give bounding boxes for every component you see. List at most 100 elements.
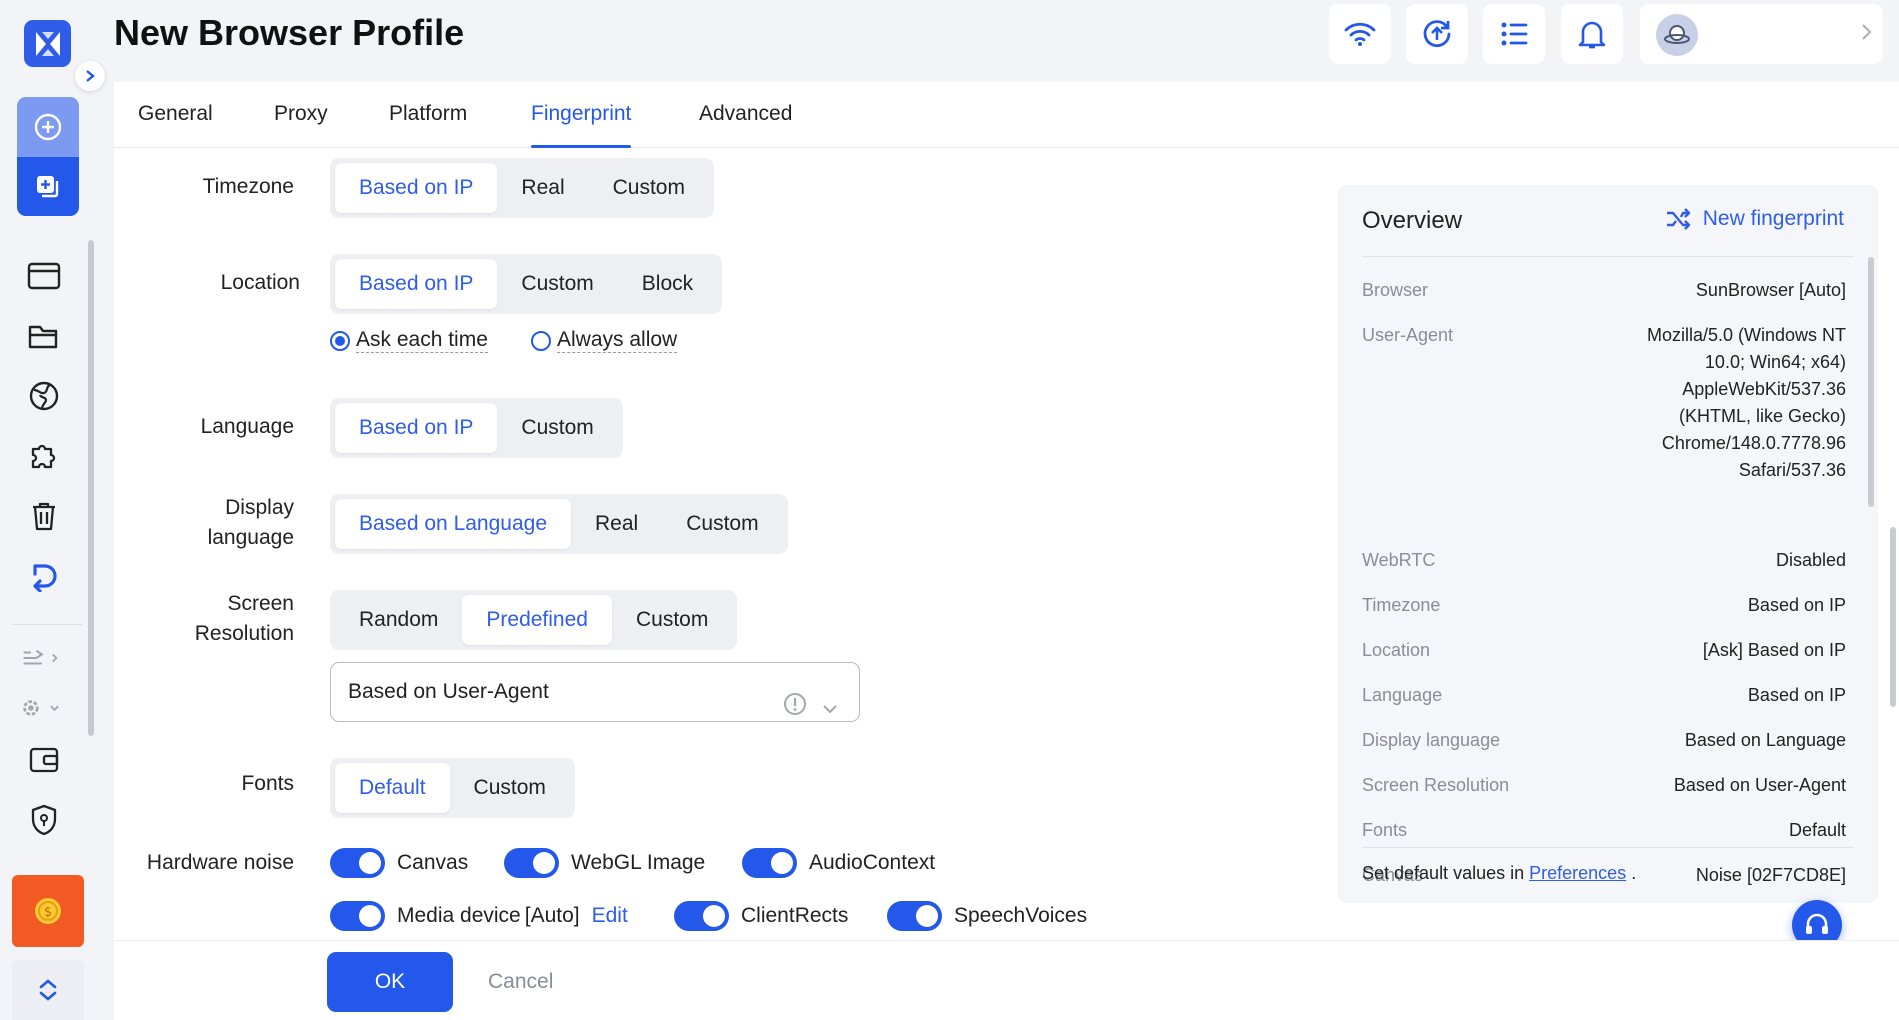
location-radio-ask-each-time[interactable]: Ask each time bbox=[330, 328, 488, 353]
fonts-option-custom[interactable]: Custom bbox=[450, 763, 570, 813]
extensions-puzzle-icon[interactable] bbox=[24, 436, 64, 476]
display-language-option-custom[interactable]: Custom bbox=[662, 499, 782, 549]
location-selector: Based on IP Custom Block bbox=[330, 254, 723, 314]
page-scrollbar[interactable] bbox=[1890, 527, 1896, 707]
radio-unchecked-icon bbox=[531, 330, 551, 351]
security-shield-icon[interactable] bbox=[24, 800, 64, 840]
folder-icon[interactable] bbox=[24, 316, 64, 356]
overview-row-key: Display language bbox=[1362, 730, 1501, 750]
display-language-option-real[interactable]: Real bbox=[571, 499, 662, 549]
radio-checked-icon bbox=[330, 330, 350, 351]
proxy-globe-icon[interactable] bbox=[24, 376, 64, 416]
promo-coin-icon[interactable]: $ bbox=[12, 875, 84, 947]
toggle-switch[interactable] bbox=[674, 901, 729, 931]
tab-proxy[interactable]: Proxy bbox=[274, 102, 328, 148]
display-language-label: Display language bbox=[207, 496, 294, 549]
language-selector: Based on IP Custom bbox=[330, 398, 623, 458]
language-option-custom[interactable]: Custom bbox=[497, 403, 617, 453]
screen-resolution-label: Screen Resolution bbox=[194, 592, 294, 645]
avatar[interactable] bbox=[1656, 14, 1698, 56]
overview-row-value: Based on IP bbox=[1747, 685, 1846, 705]
sidebar: $ bbox=[0, 0, 95, 1020]
ok-button[interactable]: OK bbox=[327, 952, 453, 1012]
preferences-link[interactable]: Preferences bbox=[1529, 863, 1626, 883]
media-device-edit-link[interactable]: Edit bbox=[592, 904, 628, 928]
location-label: Location bbox=[220, 271, 300, 294]
hardware-noise-label: Hardware noise bbox=[146, 851, 294, 874]
toggle-audiocontext[interactable]: AudioContext bbox=[742, 848, 935, 878]
language-option-based-on-ip[interactable]: Based on IP bbox=[335, 403, 498, 453]
batch-create-icon[interactable] bbox=[17, 157, 79, 216]
tab-fingerprint[interactable]: Fingerprint bbox=[531, 102, 632, 148]
fonts-label: Fonts bbox=[241, 772, 294, 795]
overview-row-value: Noise [02F7CD8E] bbox=[1695, 865, 1846, 885]
location-radio-always-allow[interactable]: Always allow bbox=[531, 328, 678, 353]
location-option-based-on-ip[interactable]: Based on IP bbox=[335, 259, 498, 309]
display-language-option-based-on-language[interactable]: Based on Language bbox=[335, 499, 572, 549]
automation-icon[interactable] bbox=[20, 638, 60, 678]
overview-divider bbox=[1362, 256, 1854, 257]
overview-row-key: Timezone bbox=[1362, 595, 1441, 615]
update-icon[interactable] bbox=[1406, 4, 1468, 64]
add-profile-icon[interactable] bbox=[17, 97, 79, 157]
fonts-option-default[interactable]: Default bbox=[335, 763, 450, 813]
overview-row-key: Location bbox=[1362, 640, 1431, 660]
settings-gear-icon[interactable] bbox=[20, 688, 60, 728]
cancel-button[interactable]: Cancel bbox=[488, 952, 553, 1012]
toggle-webgl-image[interactable]: WebGL Image bbox=[504, 848, 705, 878]
tab-advanced[interactable]: Advanced bbox=[699, 102, 792, 148]
toggle-speechvoices[interactable]: SpeechVoices bbox=[887, 901, 1087, 931]
wifi-icon[interactable] bbox=[1329, 4, 1391, 64]
overview-scrollbar[interactable] bbox=[1868, 257, 1874, 507]
overview-row-value: Default bbox=[1788, 820, 1846, 840]
overview-row-value: Disabled bbox=[1775, 550, 1846, 570]
sidebar-collapse-button[interactable] bbox=[75, 61, 105, 91]
overview-row-value: SunBrowser [Auto] bbox=[1695, 280, 1846, 300]
resolution-option-custom[interactable]: Custom bbox=[612, 595, 732, 645]
toggle-clientrects[interactable]: ClientRects bbox=[674, 901, 848, 931]
overview-row-value: [Ask] Based on IP bbox=[1702, 640, 1846, 660]
overview-row-value: Mozilla/5.0 (Windows NT 10.0; Win64; x64)… bbox=[1646, 325, 1846, 480]
create-profile-group bbox=[17, 97, 79, 216]
resolution-option-predefined[interactable]: Predefined bbox=[462, 595, 612, 645]
trash-icon[interactable] bbox=[24, 496, 64, 536]
overview-title: Overview bbox=[1362, 207, 1463, 234]
expand-toggle-icon[interactable] bbox=[12, 960, 84, 1020]
location-option-block[interactable]: Block bbox=[618, 259, 717, 309]
sync-icon[interactable] bbox=[24, 556, 64, 596]
task-list-icon[interactable] bbox=[1483, 4, 1545, 64]
overview-row-key: WebRTC bbox=[1362, 550, 1436, 570]
chevron-right-icon[interactable] bbox=[1859, 22, 1873, 48]
location-option-custom[interactable]: Custom bbox=[497, 259, 617, 309]
wallet-icon[interactable] bbox=[24, 740, 64, 780]
overview-row-key: Screen Resolution bbox=[1362, 775, 1510, 795]
overview-footer: Set default values in Preferences . bbox=[1362, 863, 1637, 883]
account-menu[interactable] bbox=[1640, 4, 1883, 64]
toggle-switch[interactable] bbox=[887, 901, 942, 931]
overview-panel: Overview New fingerprint Browser SunBrows… bbox=[1338, 185, 1878, 903]
timezone-option-real[interactable]: Real bbox=[497, 163, 588, 213]
timezone-option-custom[interactable]: Custom bbox=[589, 163, 709, 213]
toggle-switch[interactable] bbox=[504, 848, 559, 878]
shuffle-icon bbox=[1666, 208, 1690, 230]
tab-general[interactable]: General bbox=[138, 102, 213, 148]
resolution-option-random[interactable]: Random bbox=[335, 595, 462, 645]
toggle-switch[interactable] bbox=[742, 848, 797, 878]
notification-bell-icon[interactable] bbox=[1561, 4, 1623, 64]
app-logo-icon[interactable] bbox=[24, 20, 71, 67]
footer-bar: OK Cancel bbox=[114, 940, 1899, 1020]
toggle-media-device[interactable]: Media device [Auto] Edit bbox=[330, 901, 628, 931]
info-circle-icon[interactable] bbox=[783, 681, 807, 738]
resolution-dropdown[interactable]: Based on User-Agent bbox=[330, 662, 860, 722]
timezone-option-based-on-ip[interactable]: Based on IP bbox=[335, 163, 498, 213]
new-fingerprint-button[interactable]: New fingerprint bbox=[1665, 207, 1844, 231]
toggle-switch[interactable] bbox=[330, 901, 385, 931]
display-language-selector: Based on Language Real Custom bbox=[330, 494, 788, 554]
tab-platform[interactable]: Platform bbox=[389, 102, 467, 148]
toggle-switch[interactable] bbox=[330, 848, 385, 878]
page-title: New Browser Profile bbox=[114, 12, 465, 53]
browser-window-icon[interactable] bbox=[24, 256, 64, 296]
sidebar-scrollbar[interactable] bbox=[88, 240, 94, 736]
toggle-canvas[interactable]: Canvas bbox=[330, 848, 468, 878]
overview-divider bbox=[1362, 847, 1854, 848]
